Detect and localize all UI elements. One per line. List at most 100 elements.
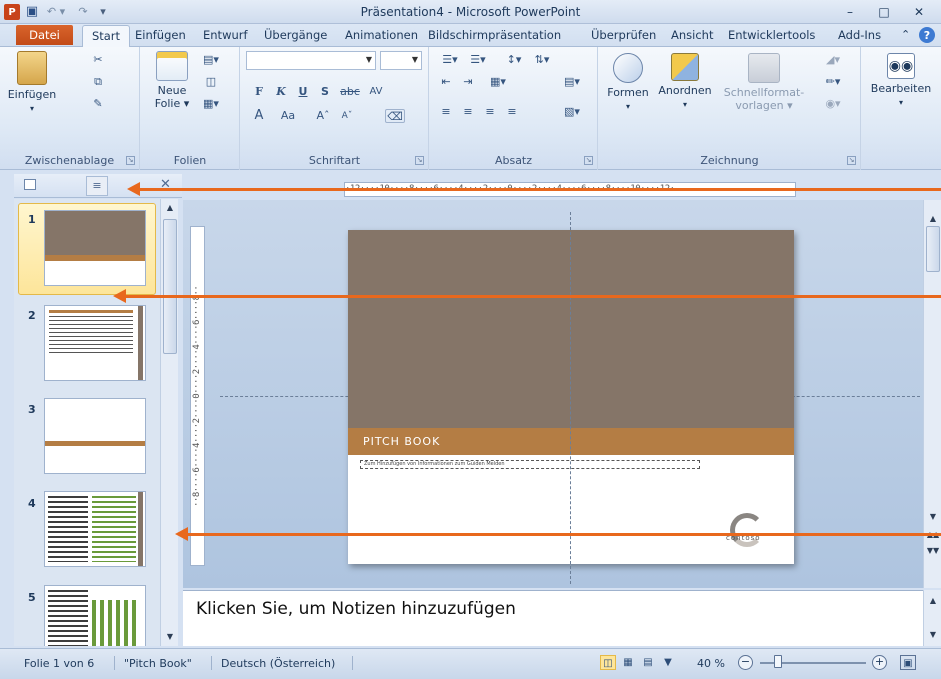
tab-uebergaenge[interactable]: Übergänge	[264, 28, 327, 42]
close-button[interactable]: ✕	[905, 3, 933, 20]
tab-add-ins[interactable]: Add-Ins	[838, 28, 881, 42]
char-spacing-button[interactable]: AV	[365, 85, 387, 99]
tab-ansicht[interactable]: Ansicht	[671, 28, 713, 42]
vertical-ruler[interactable]: ··8····6····4····2····0····2····4····6··…	[190, 226, 205, 566]
zoom-in-icon[interactable]: +	[872, 655, 887, 670]
notes-scrollbar[interactable]: ▲ ▼	[923, 590, 941, 646]
paste-icon	[17, 51, 47, 85]
tab-outline[interactable]: ≡	[86, 176, 108, 196]
reset-icon[interactable]: ◫	[203, 75, 219, 89]
font-launcher-icon[interactable]: ↘	[415, 156, 424, 165]
vertical-guide[interactable]	[570, 212, 571, 584]
tab-bildschirmpraesentation[interactable]: Bildschirmpräsentation	[428, 28, 561, 42]
scroll-down-icon[interactable]: ▼	[163, 630, 177, 644]
scroll-up-icon[interactable]: ▲	[926, 594, 940, 608]
grow-font-button[interactable]: Aˆ	[313, 109, 333, 123]
slide-title[interactable]: PITCH BOOK	[363, 435, 440, 448]
bold-button[interactable]: F	[251, 85, 267, 99]
shapes-button[interactable]: Formen ▾	[603, 53, 653, 113]
fit-to-window-icon[interactable]: ▣	[900, 655, 916, 670]
theme-name[interactable]: "Pitch Book"	[124, 657, 192, 670]
align-text-icon[interactable]: ▤▾	[560, 75, 584, 89]
tab-entwurf[interactable]: Entwurf	[203, 28, 248, 42]
thumbnails-scrollbar[interactable]: ▲ ▼	[160, 199, 178, 646]
new-slide-button[interactable]: Neue Folie ▾	[147, 51, 197, 110]
line-spacing-icon[interactable]: ↕▾	[502, 53, 526, 67]
thumbnail-slide-5[interactable]	[44, 585, 146, 646]
scroll-down-icon[interactable]: ▼	[926, 628, 940, 642]
justify-icon[interactable]: ≡	[504, 105, 520, 119]
clipboard-launcher-icon[interactable]: ↘	[126, 156, 135, 165]
slideshow-icon[interactable]: ▼	[660, 655, 676, 670]
layout-icon[interactable]: ▤▾	[203, 53, 219, 67]
help-icon[interactable]: ?	[919, 27, 935, 43]
thumbnail-slide-3[interactable]	[44, 398, 146, 474]
change-case-button[interactable]: Aa	[275, 109, 301, 123]
notes-pane[interactable]: Klicken Sie, um Notizen hinzuzufügen	[183, 590, 923, 646]
zoom-out-icon[interactable]: −	[738, 655, 753, 670]
shape-effects-icon[interactable]: ◉▾	[821, 97, 845, 111]
increase-indent-icon[interactable]: ⇥	[460, 75, 476, 89]
annotation-arrow	[175, 527, 941, 541]
text-direction-icon[interactable]: ⇅▾	[530, 53, 554, 67]
columns-icon[interactable]: ▦▾	[486, 75, 510, 89]
thumbnail-slide-2[interactable]	[44, 305, 146, 381]
minimize-ribbon-icon[interactable]: ⌃	[901, 28, 910, 41]
slide-subtitle-placeholder[interactable]: Zum Hinzufügen von Informationen zum Gui…	[360, 460, 700, 469]
normal-view-icon[interactable]: ◫	[600, 655, 616, 670]
minimize-button[interactable]: –	[836, 3, 864, 20]
notes-placeholder[interactable]: Klicken Sie, um Notizen hinzuzufügen	[196, 599, 516, 619]
edit-button[interactable]: ◉◉ Bearbeiten ▾	[864, 53, 938, 109]
smartart-icon[interactable]: ▧▾	[560, 105, 584, 119]
paste-button[interactable]: Einfügen ▾	[4, 51, 60, 115]
tab-start[interactable]: Start	[82, 25, 130, 47]
shadow-button[interactable]: S	[317, 85, 333, 99]
shape-fill-icon[interactable]: ◢▾	[821, 53, 845, 67]
bullets-icon[interactable]: ☰▾	[438, 53, 462, 67]
font-size-combo[interactable]: ▼	[380, 51, 422, 70]
thumbnail-slide-1[interactable]	[44, 210, 146, 286]
copy-icon[interactable]: ⧉	[90, 75, 106, 89]
section-icon[interactable]: ▦▾	[203, 97, 219, 111]
underline-button[interactable]: U	[295, 85, 311, 99]
font-name-combo[interactable]: ▼	[246, 51, 376, 70]
paragraph-launcher-icon[interactable]: ↘	[584, 156, 593, 165]
tab-datei[interactable]: Datei	[16, 25, 73, 45]
zoom-level[interactable]: 40 %	[697, 657, 725, 670]
cut-icon[interactable]: ✂	[90, 53, 106, 67]
tab-ueberpruefen[interactable]: Überprüfen	[591, 28, 656, 42]
slide-scrollbar[interactable]: ▲ ▼ ▲▲ ▼▼	[923, 200, 941, 588]
tab-entwicklertools[interactable]: Entwicklertools	[728, 28, 815, 42]
scroll-down-icon[interactable]: ▼	[926, 510, 940, 524]
thumbnail-slide-4[interactable]	[44, 491, 146, 567]
next-slide-icon[interactable]: ▼▼	[926, 544, 940, 558]
scroll-up-icon[interactable]: ▲	[926, 212, 940, 226]
clear-formatting-icon[interactable]: ⌫	[385, 109, 405, 123]
reading-view-icon[interactable]: ▤	[640, 655, 656, 670]
font-color-button[interactable]: A	[251, 109, 267, 123]
scrollbar-thumb[interactable]	[926, 226, 940, 272]
italic-button[interactable]: K	[273, 85, 289, 99]
shrink-font-button[interactable]: Aˇ	[337, 109, 357, 123]
scroll-up-icon[interactable]: ▲	[163, 201, 177, 215]
numbering-icon[interactable]: ☰▾	[466, 53, 490, 67]
arrange-button[interactable]: Anordnen ▾	[657, 53, 713, 111]
align-left-icon[interactable]: ≡	[438, 105, 454, 119]
strikethrough-button[interactable]: abc	[339, 85, 361, 99]
scrollbar-thumb[interactable]	[163, 219, 177, 354]
language-indicator[interactable]: Deutsch (Österreich)	[221, 657, 335, 670]
decrease-indent-icon[interactable]: ⇤	[438, 75, 454, 89]
zoom-slider-thumb[interactable]	[773, 655, 782, 668]
slide-sorter-icon[interactable]: ▦	[620, 655, 636, 670]
tab-slides[interactable]	[24, 179, 36, 190]
quick-styles-button[interactable]: Schnellformat-vorlagen ▾	[719, 53, 809, 112]
align-right-icon[interactable]: ≡	[482, 105, 498, 119]
maximize-button[interactable]: □	[870, 3, 898, 20]
format-painter-icon[interactable]: ✎	[90, 97, 106, 111]
current-slide[interactable]: PITCH BOOK Zum Hinzufügen von Informatio…	[348, 230, 794, 564]
tab-animationen[interactable]: Animationen	[345, 28, 418, 42]
drawing-launcher-icon[interactable]: ↘	[847, 156, 856, 165]
tab-einfuegen[interactable]: Einfügen	[135, 28, 186, 42]
align-center-icon[interactable]: ≡	[460, 105, 476, 119]
shape-outline-icon[interactable]: ✏▾	[821, 75, 845, 89]
